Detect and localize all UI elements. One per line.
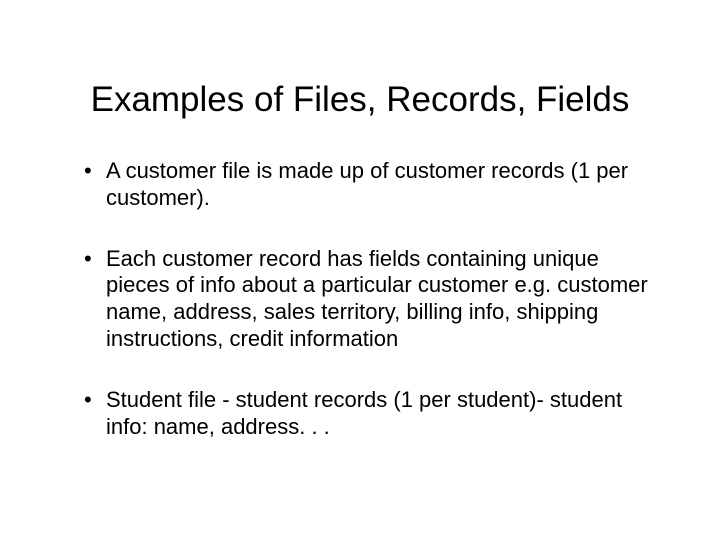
list-item: Each customer record has fields containi… xyxy=(84,246,650,353)
bullet-list: A customer file is made up of customer r… xyxy=(60,158,660,441)
list-item: A customer file is made up of customer r… xyxy=(84,158,650,212)
list-item: Student file - student records (1 per st… xyxy=(84,387,650,441)
slide: Examples of Files, Records, Fields A cus… xyxy=(0,0,720,540)
slide-title: Examples of Files, Records, Fields xyxy=(60,80,660,120)
